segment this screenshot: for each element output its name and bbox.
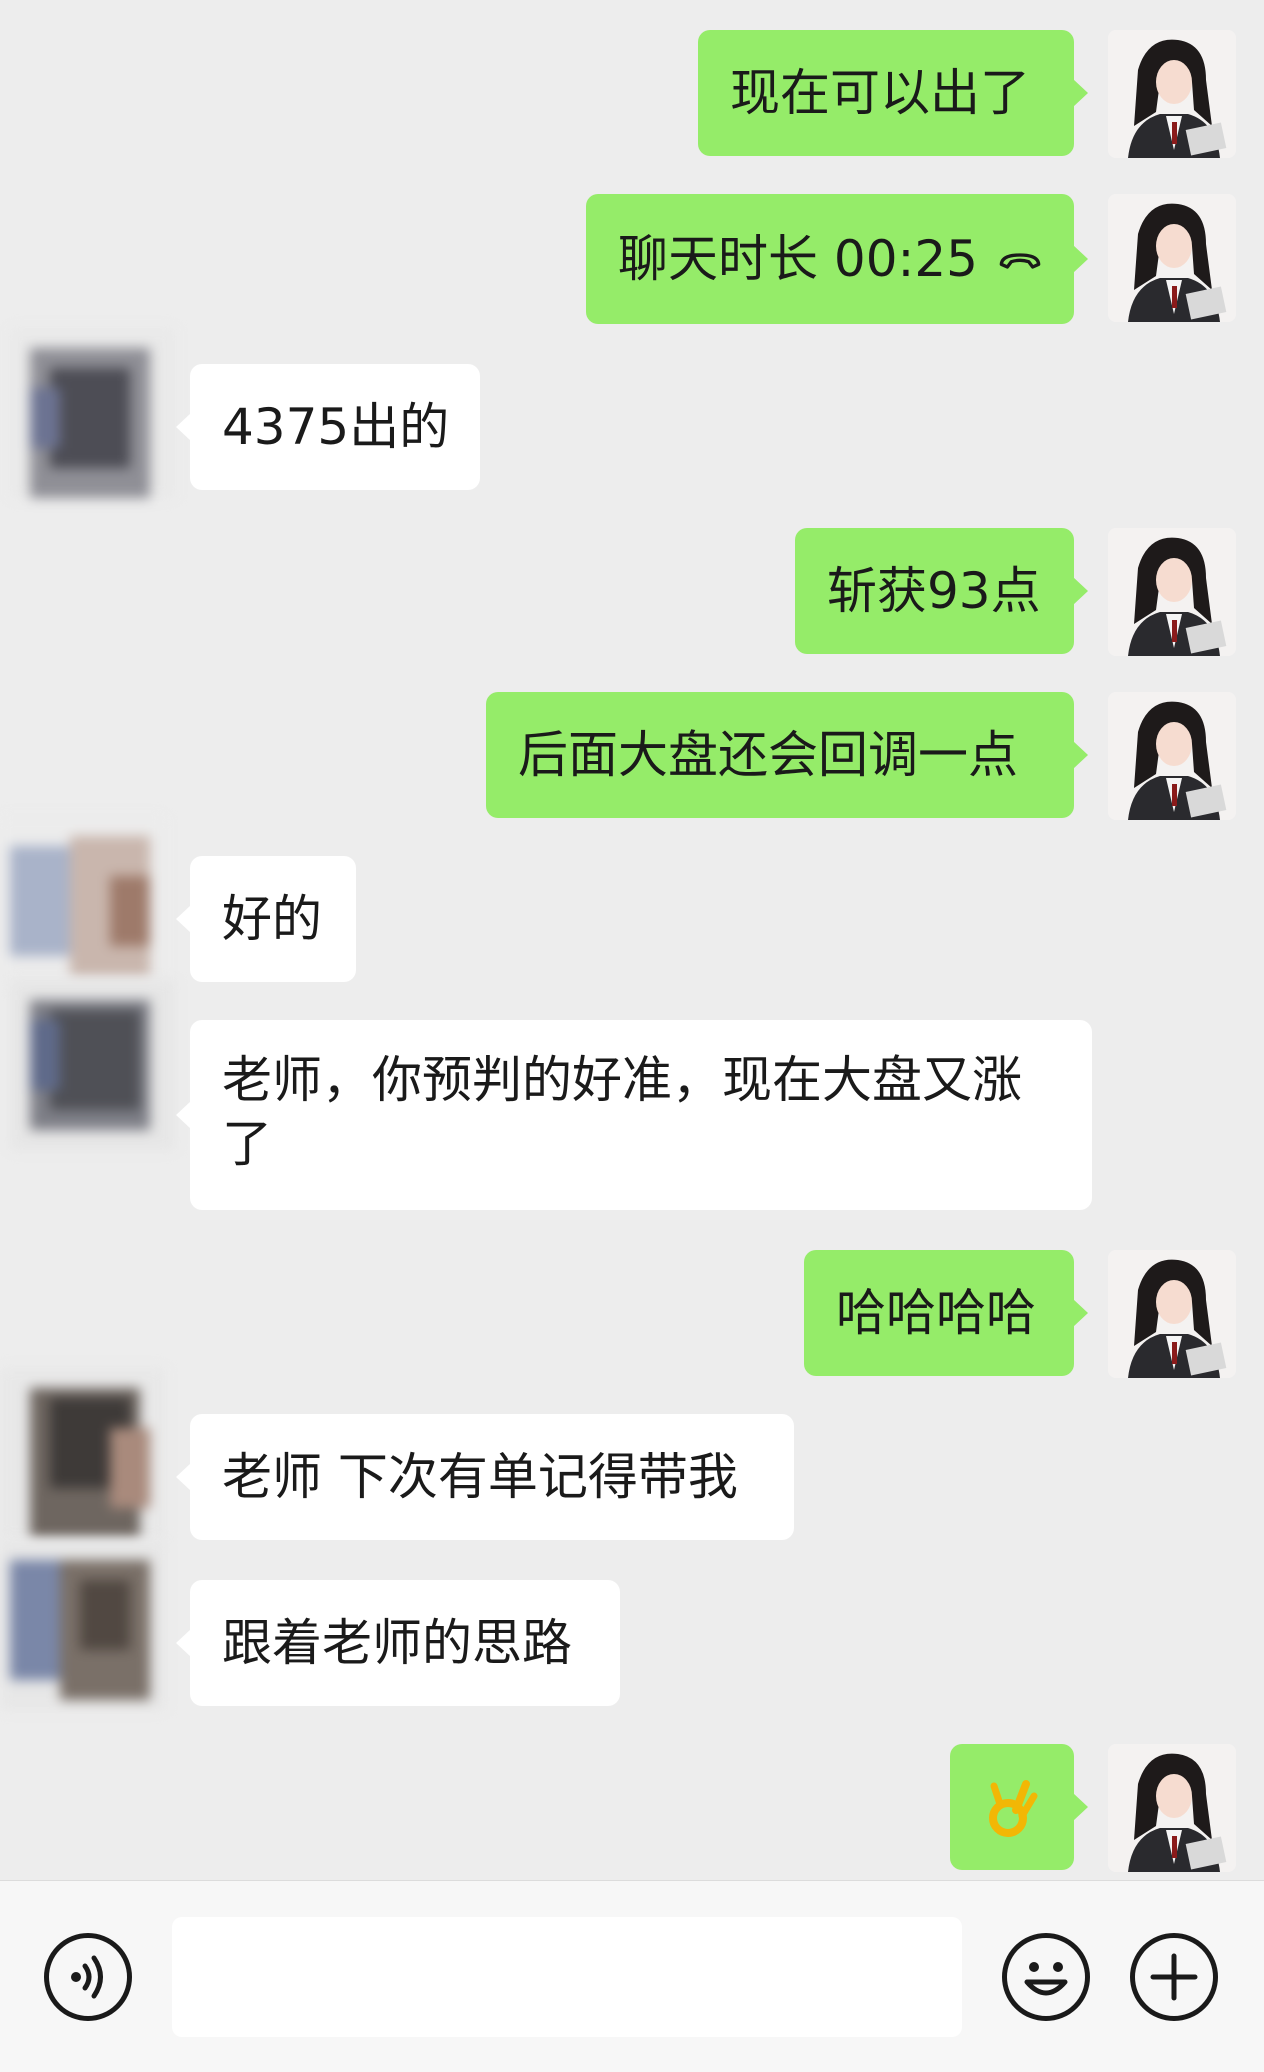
voice-input-button[interactable]: [44, 1933, 132, 2021]
avatar-self[interactable]: [1108, 1250, 1236, 1378]
blurred-avatar-image: [0, 816, 165, 986]
message-bubble-incoming[interactable]: 老师 下次有单记得带我: [176, 1414, 794, 1540]
message-bubble-incoming[interactable]: 4375出的: [176, 364, 480, 490]
blurred-avatar-image: [0, 1368, 165, 1538]
message-text: 好的: [222, 890, 322, 948]
avatar-other-blurred[interactable]: [0, 1368, 165, 1538]
teacher-avatar-image: [1108, 1744, 1236, 1872]
avatar-self[interactable]: [1108, 30, 1236, 158]
blurred-avatar-image: [0, 1540, 165, 1710]
call-duration-text: 聊天时长 00:25: [618, 230, 978, 288]
message-bubble-incoming[interactable]: 跟着老师的思路: [176, 1580, 620, 1706]
avatar-self[interactable]: [1108, 528, 1236, 656]
message-text: 现在可以出了: [730, 64, 1030, 122]
teacher-avatar-image: [1108, 1250, 1236, 1378]
message-bubble-outgoing[interactable]: 后面大盘还会回调一点: [486, 692, 1088, 818]
avatar-other-blurred[interactable]: [0, 1540, 165, 1710]
emoji-icon: [1024, 1962, 1068, 1996]
teacher-avatar-image: [1108, 194, 1236, 322]
plus-button[interactable]: [1130, 1933, 1218, 2021]
message-bubble-outgoing-call[interactable]: 聊天时长 00:25: [586, 194, 1088, 324]
teacher-avatar-image: [1108, 30, 1236, 158]
avatar-self[interactable]: [1108, 194, 1236, 322]
ok-hand-emoji-icon: [989, 1780, 1038, 1837]
message-text: 老师 下次有单记得带我: [222, 1448, 738, 1506]
message-bubble-incoming[interactable]: 老师，你预判的好准，现在大盘又涨了: [176, 1020, 1092, 1210]
avatar-self[interactable]: [1108, 1744, 1236, 1872]
message-input[interactable]: [172, 1917, 962, 2037]
message-bubble-outgoing[interactable]: 现在可以出了: [698, 30, 1088, 156]
call-hangup-icon: [999, 253, 1041, 269]
message-text: 4375出的: [222, 398, 450, 456]
emoji-button[interactable]: [1002, 1933, 1090, 2021]
avatar-self[interactable]: [1108, 692, 1236, 820]
blurred-avatar-image: [10, 328, 175, 498]
teacher-avatar-image: [1108, 692, 1236, 820]
message-text: 斩获93点: [827, 562, 1041, 620]
input-bar: [0, 1880, 1264, 2072]
voice-input-icon: [71, 1955, 103, 1999]
avatar-other-blurred[interactable]: [0, 816, 165, 986]
chat-area: 现在可以出了 聊天时长 00:25 4375出的 斩获93点 后面大盘还会回调一…: [0, 0, 1264, 1880]
message-text: 老师，你预判的好准，现在大盘又涨了: [222, 1051, 1022, 1173]
message-bubble-outgoing[interactable]: 哈哈哈哈: [804, 1250, 1088, 1376]
plus-icon: [1150, 1953, 1198, 2001]
blurred-avatar-image: [10, 980, 175, 1150]
avatar-other-blurred[interactable]: [10, 980, 175, 1150]
message-text: 哈哈哈哈: [836, 1284, 1036, 1342]
message-text: 后面大盘还会回调一点: [518, 726, 1018, 784]
teacher-avatar-image: [1108, 528, 1236, 656]
message-text: 跟着老师的思路: [222, 1614, 572, 1672]
message-bubble-outgoing[interactable]: 斩获93点: [795, 528, 1088, 654]
avatar-other-blurred[interactable]: [10, 328, 175, 498]
message-bubble-incoming[interactable]: 好的: [176, 856, 356, 982]
message-bubble-outgoing-emoji[interactable]: [950, 1744, 1088, 1870]
